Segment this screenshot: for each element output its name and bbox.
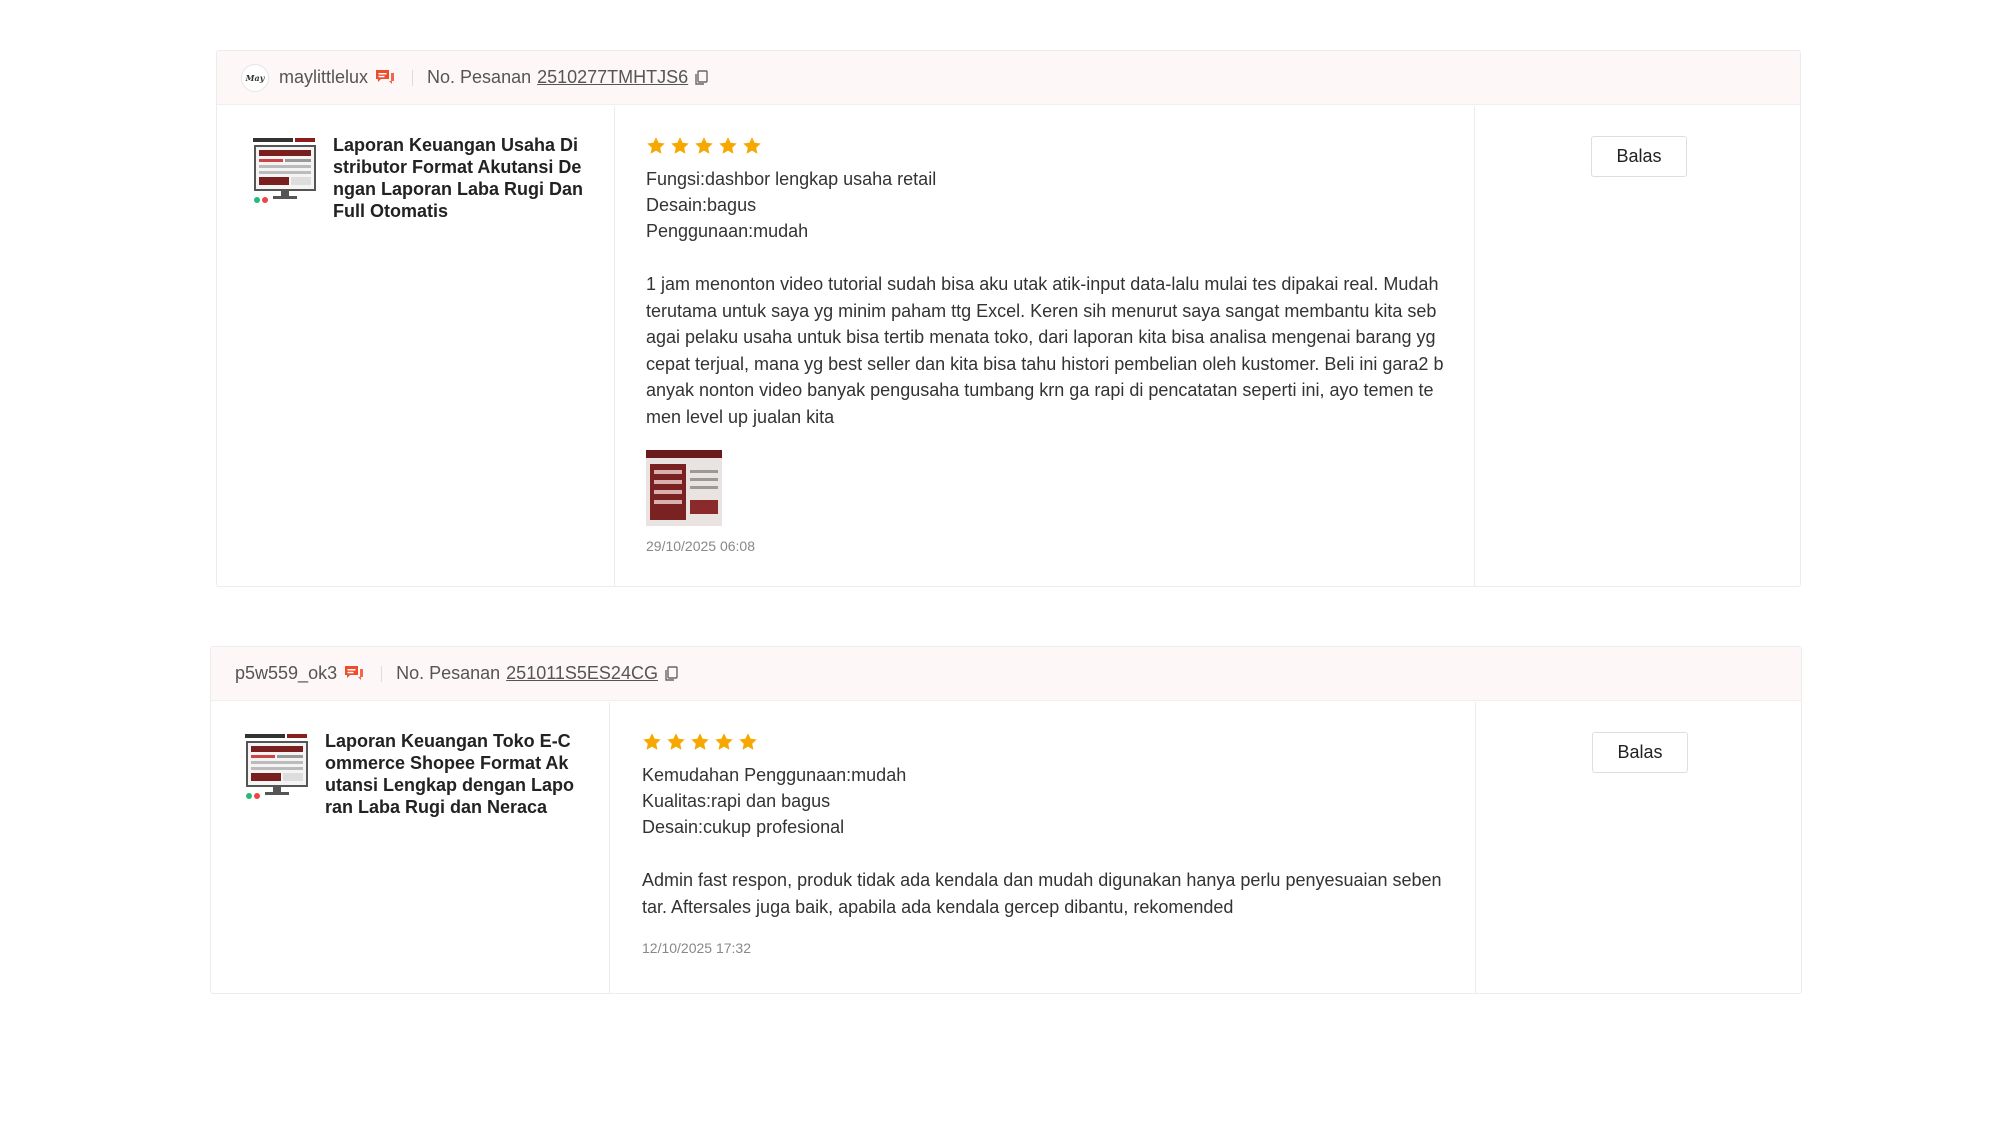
review-text: Admin fast respon, produk tidak ada kend… — [642, 870, 1442, 917]
review-attribute: Kemudahan Penggunaan:mudah — [642, 765, 907, 785]
header-divider — [381, 665, 383, 682]
review-column: Kemudahan Penggunaan:mudah Kualitas:rapi… — [610, 702, 1476, 993]
star-icon — [666, 732, 686, 752]
star-icon — [742, 136, 762, 156]
product-thumbnail[interactable] — [243, 730, 311, 802]
order-number-label: No. Pesanan — [427, 67, 532, 87]
avatar[interactable]: May — [241, 63, 269, 92]
star-icon — [690, 732, 710, 752]
star-icon — [646, 136, 666, 156]
review-attribute: Penggunaan:mudah — [646, 221, 809, 241]
buyer-username[interactable]: maylittlelux — [279, 67, 368, 88]
chat-icon[interactable] — [343, 664, 365, 684]
reply-button[interactable]: Balas — [1591, 136, 1687, 177]
star-icon — [694, 136, 714, 156]
product-column: Laporan Keuangan Usaha Distributor Forma… — [217, 106, 615, 586]
header-divider — [412, 69, 414, 86]
star-icon — [714, 732, 734, 752]
action-column: Balas — [1476, 702, 1801, 993]
action-column: Balas — [1475, 106, 1800, 586]
order-number-link[interactable]: 251011S5ES24CG — [506, 663, 658, 684]
review-text: 1 jam menonton video tutorial sudah bisa… — [646, 274, 1444, 427]
review-attribute: Desain:cukup profesional — [642, 817, 845, 837]
buyer-username[interactable]: p5w559_ok3 — [235, 663, 337, 684]
review-card: May maylittlelux No. Pesanan 2510277TMHT… — [216, 50, 1801, 587]
review-card: p5w559_ok3 No. Pesanan 251011S5ES24CG La… — [210, 646, 1802, 994]
star-icon — [670, 136, 690, 156]
reply-button[interactable]: Balas — [1592, 732, 1688, 773]
star-rating — [646, 136, 1450, 156]
star-rating — [642, 732, 1451, 752]
star-icon — [642, 732, 662, 752]
review-photo[interactable] — [646, 450, 722, 526]
review-attribute: Fungsi:dashbor lengkap usaha retail — [646, 169, 937, 189]
copy-icon[interactable] — [664, 666, 678, 682]
review-timestamp: 12/10/2025 17:32 — [642, 940, 751, 956]
chat-icon[interactable] — [374, 68, 396, 88]
product-thumbnail[interactable] — [251, 134, 319, 206]
product-column: Laporan Keuangan Toko E-Commerce Shopee … — [211, 702, 610, 993]
review-header: May maylittlelux No. Pesanan 2510277TMHT… — [217, 51, 1800, 105]
copy-icon[interactable] — [694, 70, 708, 86]
product-name[interactable]: Laporan Keuangan Toko E-Commerce Shopee … — [325, 730, 575, 993]
review-attribute: Desain:bagus — [646, 195, 757, 215]
review-attribute: Kualitas:rapi dan bagus — [642, 791, 831, 811]
review-header: p5w559_ok3 No. Pesanan 251011S5ES24CG — [211, 647, 1801, 701]
review-timestamp: 29/10/2025 06:08 — [646, 538, 755, 554]
review-column: Fungsi:dashbor lengkap usaha retail Desa… — [615, 106, 1475, 586]
order-number-label: No. Pesanan — [396, 663, 501, 683]
star-icon — [718, 136, 738, 156]
star-icon — [738, 732, 758, 752]
product-name[interactable]: Laporan Keuangan Usaha Distributor Forma… — [333, 134, 583, 586]
order-number-link[interactable]: 2510277TMHTJS6 — [537, 67, 688, 88]
